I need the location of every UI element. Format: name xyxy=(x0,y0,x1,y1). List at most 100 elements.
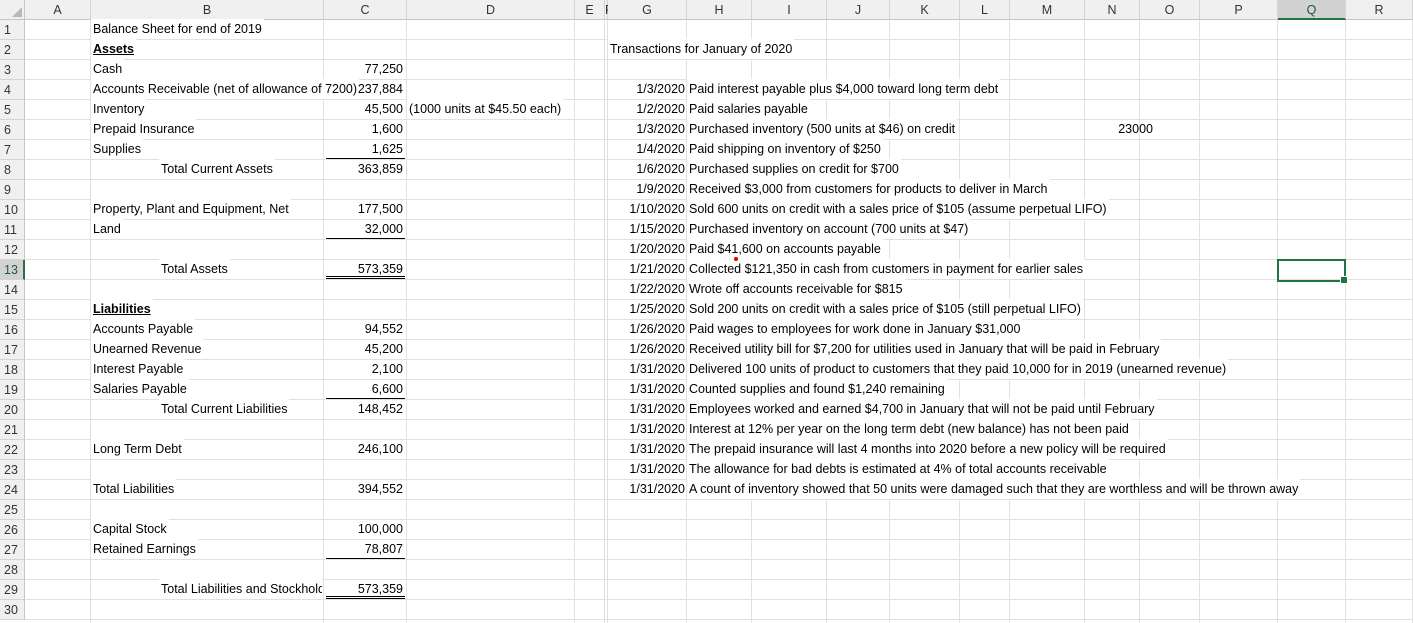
interest-payable-label[interactable]: Interest Payable xyxy=(91,359,186,379)
transaction-description[interactable]: Purchased inventory (500 units at $46) o… xyxy=(687,119,958,139)
transaction-description[interactable]: Employees worked and earned $4,700 in Ja… xyxy=(687,399,1157,419)
row-header-11[interactable]: 11 xyxy=(0,220,25,240)
select-all-corner[interactable] xyxy=(0,0,25,20)
transaction-description[interactable]: Delivered 100 units of product to custom… xyxy=(687,359,1229,379)
transaction-description[interactable]: Sold 200 units on credit with a sales pr… xyxy=(687,299,1083,319)
transaction-date[interactable]: 1/31/2020 xyxy=(605,379,687,399)
comment-indicator[interactable] xyxy=(734,257,738,261)
column-header-j[interactable]: J xyxy=(827,0,890,20)
transaction-description[interactable]: Received utility bill for $7,200 for uti… xyxy=(687,339,1162,359)
transaction-date[interactable]: 1/22/2020 xyxy=(605,279,687,299)
balance-sheet-title[interactable]: Balance Sheet for end of 2019 xyxy=(91,19,264,39)
transaction-description[interactable]: The allowance for bad debts is estimated… xyxy=(687,459,1109,479)
transaction-date[interactable]: 1/25/2020 xyxy=(605,299,687,319)
row-header-10[interactable]: 10 xyxy=(0,200,25,220)
row-header-15[interactable]: 15 xyxy=(0,300,25,320)
row-header-23[interactable]: 23 xyxy=(0,460,25,480)
transaction-description[interactable]: Paid shipping on inventory of $250 xyxy=(687,139,883,159)
unearned-revenue-value[interactable]: 45,200 xyxy=(326,339,405,359)
row-header-17[interactable]: 17 xyxy=(0,340,25,360)
transaction-date[interactable]: 1/9/2020 xyxy=(605,179,687,199)
row-header-22[interactable]: 22 xyxy=(0,440,25,460)
row-header-5[interactable]: 5 xyxy=(0,100,25,120)
prepaid-insurance-label[interactable]: Prepaid Insurance xyxy=(91,119,197,139)
total-liabilities-value[interactable]: 394,552 xyxy=(326,479,405,499)
row-header-26[interactable]: 26 xyxy=(0,520,25,540)
transaction-description[interactable]: Received $3,000 from customers for produ… xyxy=(687,179,1050,199)
total-current-liabilities-value[interactable]: 148,452 xyxy=(326,399,405,419)
inventory-note[interactable]: (1000 units at $45.50 each) xyxy=(407,99,564,119)
row-header-28[interactable]: 28 xyxy=(0,560,25,580)
long-term-debt-value[interactable]: 246,100 xyxy=(326,439,405,459)
transaction-date[interactable]: 1/4/2020 xyxy=(605,139,687,159)
row-header-7[interactable]: 7 xyxy=(0,140,25,160)
column-header-o[interactable]: O xyxy=(1140,0,1200,20)
transaction-description[interactable]: Collected $121,350 in cash from customer… xyxy=(687,259,1085,279)
long-term-debt-label[interactable]: Long Term Debt xyxy=(91,439,184,459)
column-header-n[interactable]: N xyxy=(1085,0,1140,20)
column-header-m[interactable]: M xyxy=(1010,0,1085,20)
assets-header[interactable]: Assets xyxy=(91,39,136,59)
row-header-19[interactable]: 19 xyxy=(0,380,25,400)
row-header-18[interactable]: 18 xyxy=(0,360,25,380)
row-header-16[interactable]: 16 xyxy=(0,320,25,340)
total-current-assets-label[interactable]: Total Current Assets xyxy=(159,159,275,179)
capital-stock-value[interactable]: 100,000 xyxy=(326,519,405,539)
total-assets-value[interactable]: 573,359 xyxy=(326,259,405,279)
row-header-3[interactable]: 3 xyxy=(0,60,25,80)
supplies-value[interactable]: 1,625 xyxy=(326,139,405,159)
column-header-q[interactable]: Q xyxy=(1278,0,1346,20)
land-label[interactable]: Land xyxy=(91,219,123,239)
transaction-description[interactable]: Paid interest payable plus $4,000 toward… xyxy=(687,79,1001,99)
transaction-date[interactable]: 1/31/2020 xyxy=(605,359,687,379)
row-header-8[interactable]: 8 xyxy=(0,160,25,180)
transaction-date[interactable]: 1/6/2020 xyxy=(605,159,687,179)
total-current-liabilities-label[interactable]: Total Current Liabilities xyxy=(159,399,290,419)
transaction-description[interactable]: A count of inventory showed that 50 unit… xyxy=(687,479,1301,499)
transaction-description[interactable]: The prepaid insurance will last 4 months… xyxy=(687,439,1168,459)
interest-payable-value[interactable]: 2,100 xyxy=(326,359,405,379)
capital-stock-label[interactable]: Capital Stock xyxy=(91,519,169,539)
column-header-k[interactable]: K xyxy=(890,0,960,20)
accounts-receivable-label[interactable]: Accounts Receivable (net of allowance of… xyxy=(91,79,360,99)
row-header-29[interactable]: 29 xyxy=(0,580,25,600)
transaction-date[interactable]: 1/10/2020 xyxy=(605,199,687,219)
row-header-25[interactable]: 25 xyxy=(0,500,25,520)
total-liabilities-equity-value[interactable]: 573,359 xyxy=(326,579,405,599)
transaction-description[interactable]: Purchased inventory on account (700 unit… xyxy=(687,219,971,239)
ppe-value[interactable]: 177,500 xyxy=(326,199,405,219)
land-value[interactable]: 32,000 xyxy=(326,219,405,239)
transaction-date[interactable]: 1/31/2020 xyxy=(605,419,687,439)
transaction-date[interactable]: 1/3/2020 xyxy=(605,119,687,139)
retained-earnings-label[interactable]: Retained Earnings xyxy=(91,539,198,559)
column-header-i[interactable]: I xyxy=(752,0,827,20)
row-header-1[interactable]: 1 xyxy=(0,20,25,40)
transaction-date[interactable]: 1/31/2020 xyxy=(605,479,687,499)
row-header-12[interactable]: 12 xyxy=(0,240,25,260)
row-header-4[interactable]: 4 xyxy=(0,80,25,100)
row-header-9[interactable]: 9 xyxy=(0,180,25,200)
accounts-payable-label[interactable]: Accounts Payable xyxy=(91,319,196,339)
total-assets-label[interactable]: Total Assets xyxy=(159,259,230,279)
inventory-value[interactable]: 45,500 xyxy=(326,99,405,119)
transaction-date[interactable]: 1/3/2020 xyxy=(605,79,687,99)
total-liabilities-label[interactable]: Total Liabilities xyxy=(91,479,177,499)
prepaid-insurance-value[interactable]: 1,600 xyxy=(326,119,405,139)
transaction-date[interactable]: 1/26/2020 xyxy=(605,339,687,359)
column-header-p[interactable]: P xyxy=(1200,0,1278,20)
transaction-date[interactable]: 1/31/2020 xyxy=(605,439,687,459)
salaries-payable-value[interactable]: 6,600 xyxy=(326,379,405,399)
transaction-date[interactable]: 1/2/2020 xyxy=(605,99,687,119)
transaction-description[interactable]: Paid salaries payable xyxy=(687,99,810,119)
fill-handle[interactable] xyxy=(1340,276,1348,284)
supplies-label[interactable]: Supplies xyxy=(91,139,143,159)
transaction-description[interactable]: Counted supplies and found $1,240 remain… xyxy=(687,379,947,399)
salaries-payable-label[interactable]: Salaries Payable xyxy=(91,379,189,399)
spreadsheet-grid[interactable]: ABCDEFGHIJKLMNOPQR 123456789101112131415… xyxy=(0,0,1413,623)
accounts-receivable-value[interactable]: 237,884 xyxy=(326,79,405,99)
row-header-14[interactable]: 14 xyxy=(0,280,25,300)
column-header-d[interactable]: D xyxy=(407,0,575,20)
cash-value[interactable]: 77,250 xyxy=(326,59,405,79)
transaction-description[interactable]: Paid $41,600 on accounts payable xyxy=(687,239,883,259)
row-header-2[interactable]: 2 xyxy=(0,40,25,60)
